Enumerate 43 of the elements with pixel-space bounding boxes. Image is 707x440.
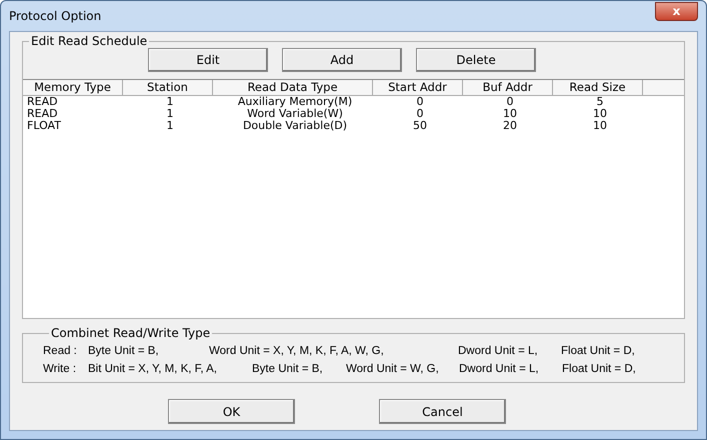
table-cell-text: 0 — [416, 96, 424, 108]
type-label: Write : — [43, 362, 78, 377]
toolbar-button[interactable]: Add — [282, 48, 402, 72]
unit-text: Dword Unit = L, — [459, 362, 540, 377]
unit-text: Float Unit = D, — [561, 344, 635, 359]
table-cell-text: Auxiliary Memory(M) — [236, 96, 354, 108]
unit-text: Byte Unit = B, — [252, 362, 324, 377]
table-cell-text: 10 — [592, 108, 608, 120]
column-header[interactable]: Start Addr — [373, 80, 463, 96]
dialog-button[interactable]: OK — [168, 399, 295, 424]
column-header[interactable]: Station — [123, 80, 213, 96]
unit-text: Bit Unit = X, Y, M, K, F, A, — [88, 362, 218, 377]
table-cell-text: READ — [26, 96, 59, 108]
table-cell-text: 10 — [502, 108, 518, 120]
column-header[interactable]: Read Data Type — [213, 80, 373, 96]
dialog-button[interactable]: Cancel — [379, 399, 506, 424]
table-cell-text: 20 — [502, 120, 518, 132]
column-header[interactable]: Buf Addr — [463, 80, 553, 96]
group-title: Edit Read Schedule — [30, 34, 148, 48]
column-header[interactable]: Memory Type — [23, 80, 123, 96]
table-cell-text: 0 — [416, 108, 424, 120]
table-cell-text: 1 — [166, 108, 174, 120]
unit-text: Word Unit = W, G, — [346, 362, 440, 377]
unit-text: Dword Unit = L, — [458, 344, 539, 359]
unit-text: Float Unit = D, — [562, 362, 636, 377]
column-header[interactable]: Read Size — [553, 80, 643, 96]
toolbar-button[interactable]: Delete — [416, 48, 536, 72]
table-cell-text: Double Variable(D) — [242, 120, 348, 132]
group-title: Combinet Read/Write Type — [50, 326, 212, 340]
table-cell-text: Word Variable(W) — [247, 108, 343, 120]
table-cell-text: 10 — [592, 120, 608, 132]
table-cell-text: READ — [26, 108, 59, 120]
type-label: Read : — [43, 344, 78, 359]
toolbar-button[interactable]: Edit — [148, 48, 268, 72]
table-cell-text: FLOAT — [26, 120, 62, 132]
table-cell-text: 1 — [166, 96, 174, 108]
table-cell-text: 0 — [506, 96, 514, 108]
unit-text: Byte Unit = B, — [88, 344, 160, 359]
unit-text: Word Unit = X, Y, M, K, F, A, W, G, — [209, 344, 385, 359]
window-title: Protocol Option — [9, 9, 102, 23]
table-cell-text: 50 — [412, 120, 428, 132]
table-cell-text: 5 — [596, 96, 604, 108]
table-cell-text: 1 — [166, 120, 174, 132]
